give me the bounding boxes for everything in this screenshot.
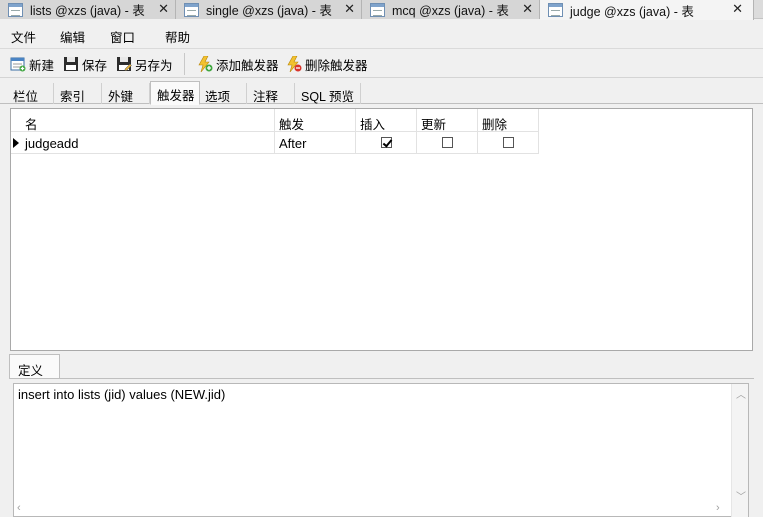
tab-definition[interactable]: 定义 [9,354,60,379]
grid-header: 名 触发 插入 更新 删除 [11,109,539,132]
column-header-delete[interactable]: 删除 [478,109,539,132]
vertical-scrollbar[interactable]: ︿ ﹀ [731,384,748,517]
add-trigger-icon [198,56,213,72]
column-header-update[interactable]: 更新 [417,109,478,132]
table-icon [184,2,199,17]
definition-divider [9,378,754,379]
update-cell [417,132,478,154]
designer-tabs: 栏位 索引 外键 触发器 选项 注释 SQL 预览 [0,81,763,105]
triggers-grid: 名 触发 插入 更新 删除 judgeadd After [10,108,753,351]
table-icon [548,3,563,17]
table-icon [8,2,23,17]
document-tab-strip: lists @xzs (java) - 表 ✕ single @xzs (jav… [0,0,763,20]
menu-bar: 文件 编辑 窗口 帮助 [0,20,763,49]
menu-file[interactable]: 文件 [11,27,36,46]
tab-triggers[interactable]: 触发器 [150,81,200,105]
insert-checkbox[interactable] [381,137,392,148]
delete-trigger-icon [287,56,302,72]
save-icon [64,57,78,71]
table-row[interactable]: judgeadd After [11,132,539,154]
add-trigger-button[interactable]: 添加触发器 [197,55,279,73]
scroll-right-icon[interactable]: › [716,502,720,514]
doc-tab-judge[interactable]: judge @xzs (java) - 表 ✕ [540,0,754,20]
tab-options[interactable]: 选项 [199,83,247,104]
doc-tab-mcq[interactable]: mcq @xzs (java) - 表 ✕ [362,0,540,19]
add-trigger-label: 添加触发器 [216,58,279,73]
doc-tab-lists[interactable]: lists @xzs (java) - 表 ✕ [0,0,176,19]
column-header-name[interactable]: 名 [21,109,275,132]
new-button[interactable]: 新建 [10,55,54,73]
menu-window[interactable]: 窗口 [110,27,135,46]
close-icon[interactable]: ✕ [732,0,743,19]
definition-editor[interactable]: insert into lists (jid) values (NEW.jid)… [13,383,749,517]
tab-foreign-keys[interactable]: 外键 [102,83,150,104]
delete-checkbox[interactable] [503,137,514,148]
doc-tab-label: single @xzs (java) - 表 [206,4,332,18]
insert-cell [356,132,417,154]
trigger-name-cell[interactable]: judgeadd [21,132,275,154]
table-icon [370,2,385,17]
doc-tab-label: judge @xzs (java) - 表 [570,4,694,19]
save-as-label: 另存为 [135,58,173,73]
save-as-icon [117,57,132,71]
scroll-up-icon[interactable]: ︿ [736,386,746,401]
scroll-left-icon[interactable]: ‹ [17,502,21,514]
definition-text[interactable]: insert into lists (jid) values (NEW.jid) [18,387,225,402]
tab-sql-preview[interactable]: SQL 预览 [295,83,361,104]
column-header-insert[interactable]: 插入 [356,109,417,132]
save-button[interactable]: 保存 [63,55,107,73]
scroll-down-icon[interactable]: ﹀ [736,488,746,503]
doc-tab-single[interactable]: single @xzs (java) - 表 ✕ [176,0,362,19]
delete-cell [478,132,539,154]
close-icon[interactable]: ✕ [522,0,533,19]
tab-comments[interactable]: 注释 [247,83,295,104]
doc-tab-label: mcq @xzs (java) - 表 [392,4,509,18]
close-icon[interactable]: ✕ [158,0,169,19]
menu-edit[interactable]: 编辑 [60,27,85,46]
tab-fields[interactable]: 栏位 [7,83,54,104]
column-header-fires[interactable]: 触发 [275,109,356,132]
delete-trigger-button[interactable]: 删除触发器 [286,55,368,73]
new-label: 新建 [29,58,55,73]
tab-indexes[interactable]: 索引 [54,83,102,104]
toolbar-separator [184,53,185,75]
delete-trigger-label: 删除触发器 [305,58,368,73]
save-label: 保存 [82,58,108,73]
doc-tab-label: lists @xzs (java) - 表 [30,4,145,18]
trigger-fires-cell[interactable]: After [275,132,356,154]
update-checkbox[interactable] [442,137,453,148]
close-icon[interactable]: ✕ [344,0,355,19]
toolbar: 新建 保存 另存为 添加触发器 删除触发器 [0,50,763,78]
menu-help[interactable]: 帮助 [165,27,190,46]
new-table-icon [10,57,26,72]
save-as-button[interactable]: 另存为 [116,55,173,73]
